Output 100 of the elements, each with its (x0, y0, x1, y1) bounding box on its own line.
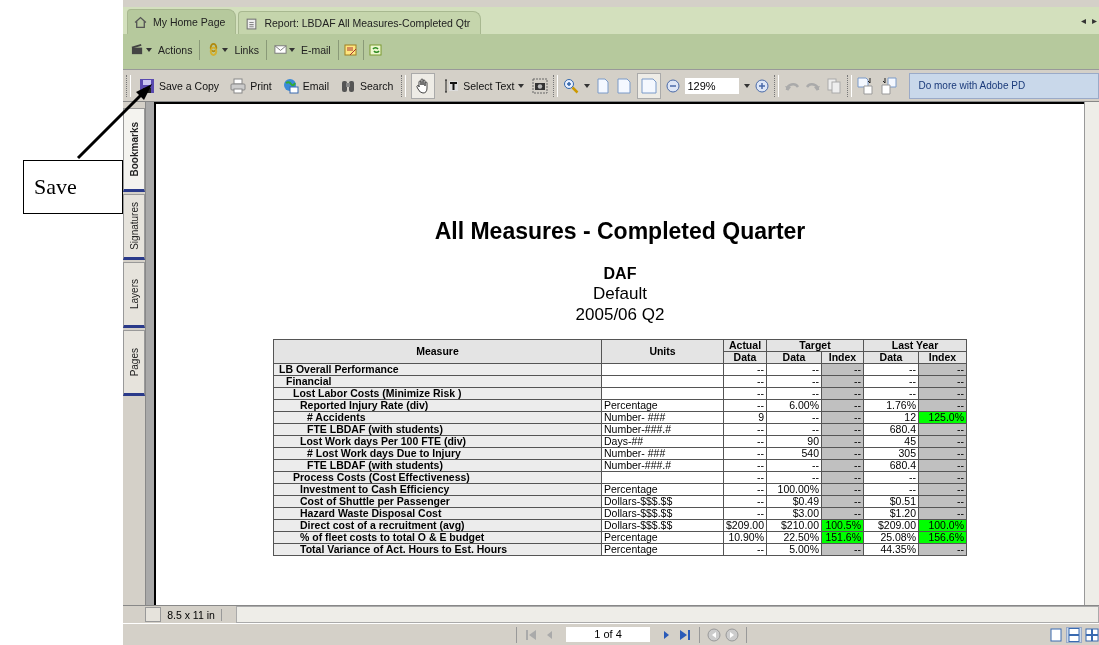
table-cell: 680.4 (863, 459, 919, 472)
last-page-icon[interactable] (678, 627, 692, 642)
page-rotate-icon[interactable] (880, 76, 899, 95)
toolbar-button[interactable]: Links (205, 41, 261, 58)
promo-button[interactable]: Do more with Adobe PD (909, 72, 1099, 99)
units-cell: Number-###.# (601, 459, 724, 472)
vertical-scrollbar[interactable] (1084, 102, 1099, 605)
toolbar-button[interactable]: E-mail (271, 41, 333, 58)
caret-icon (518, 83, 525, 88)
side-tab[interactable]: Bookmarks (123, 108, 145, 192)
table-cell: -- (766, 363, 822, 376)
table-cell: -- (723, 447, 767, 460)
table-cell: -- (723, 495, 767, 508)
side-tab[interactable]: Layers (123, 262, 145, 328)
scroll-arrow[interactable]: ◂ (1079, 15, 1088, 26)
table-cell: -- (863, 483, 919, 496)
column-header: Measure (273, 339, 602, 364)
toolbar-button[interactable]: Email (279, 73, 332, 98)
report-unit: DAF (603, 265, 637, 283)
scroll-arrow[interactable]: ▸ (1090, 15, 1099, 26)
table-cell: -- (723, 399, 767, 412)
caret-icon (146, 47, 152, 52)
clapperboard-icon (131, 43, 144, 56)
side-tab[interactable]: Pages (123, 330, 145, 396)
report-period: 2005/06 Q2 (575, 304, 665, 325)
units-cell: Number-###.# (601, 423, 724, 436)
note-edit-icon[interactable] (343, 42, 358, 57)
units-cell: Dollars-$$$.$$ (601, 507, 724, 520)
table-cell: -- (863, 471, 919, 484)
column-header: Last Year (863, 339, 967, 352)
column-header: Target (766, 339, 864, 352)
zoom-out-icon[interactable] (666, 78, 681, 93)
caret-icon (222, 47, 229, 52)
table-cell: $209.00 (863, 519, 919, 532)
units-cell: Number- ### (601, 411, 724, 424)
table-cell: 25.08% (863, 531, 919, 544)
table-cell: -- (863, 375, 919, 388)
table-cell: $0.51 (863, 495, 919, 508)
callout-label: Save (23, 160, 123, 214)
print-icon (230, 77, 247, 94)
table-cell: -- (723, 435, 767, 448)
home-icon (134, 15, 147, 29)
zoom-field[interactable]: 129% (685, 77, 740, 94)
toolbar-button[interactable]: Print (227, 73, 275, 98)
refresh-icon[interactable] (368, 42, 383, 57)
continuous-view-icon[interactable] (1067, 627, 1081, 642)
units-cell: Dollars-$$$.$$ (601, 495, 724, 508)
report-scenario: Default (593, 283, 647, 304)
column-header: Units (601, 339, 724, 364)
table-cell: 305 (863, 447, 919, 460)
select-text-button[interactable]: Select Text (440, 73, 528, 98)
single-page-view-icon[interactable] (1049, 627, 1063, 642)
caret-icon[interactable] (584, 83, 591, 88)
table-cell: 90 (766, 435, 822, 448)
forward-icon[interactable] (725, 627, 739, 642)
table-cell: $3.00 (766, 507, 822, 520)
splitter-handle[interactable] (145, 607, 161, 622)
table-cell: 9 (723, 411, 767, 424)
document-icon[interactable] (826, 77, 843, 94)
page-number-field[interactable]: 1 of 4 (566, 627, 650, 642)
table-cell: 22.50% (766, 531, 822, 544)
text-cursor-icon (443, 77, 460, 94)
table-cell: -- (723, 507, 767, 520)
table-cell: -- (723, 375, 767, 388)
side-tab[interactable]: Signatures (123, 194, 145, 260)
table-cell: 100.00% (766, 483, 822, 496)
table-cell: -- (766, 471, 822, 484)
caret-icon (288, 47, 295, 52)
camera-icon[interactable] (532, 77, 549, 94)
page-icon[interactable] (616, 77, 633, 94)
table-cell: 680.4 (863, 423, 919, 436)
table-cell: 6.00% (766, 399, 822, 412)
table-cell: -- (766, 459, 822, 472)
caret-icon[interactable] (744, 83, 751, 88)
table-cell: -- (766, 423, 822, 436)
zoom-in-icon[interactable] (563, 77, 580, 94)
table-cell: -- (723, 471, 767, 484)
page-size: 8.5 x 11 in (161, 608, 222, 621)
toolbar-button[interactable]: Actions (129, 41, 195, 58)
table-cell: $0.49 (766, 495, 822, 508)
table-cell: 1.76% (863, 399, 919, 412)
table-cell: -- (723, 459, 767, 472)
toolbar-button[interactable]: Search (337, 73, 397, 98)
table-cell: -- (766, 387, 822, 400)
table-cell: -- (863, 363, 919, 376)
report-title: All Measures - Completed Quarter (434, 218, 806, 245)
units-cell: Dollars-$$$.$$ (601, 519, 724, 532)
units-cell: Number- ### (601, 447, 724, 460)
grid-view-icon[interactable] (1085, 627, 1099, 642)
page-rotate-icon[interactable] (857, 76, 876, 95)
table-cell: 45 (863, 435, 919, 448)
page-icon[interactable] (641, 77, 658, 94)
table-cell: 540 (766, 447, 822, 460)
back-icon[interactable] (707, 627, 721, 642)
units-cell: Days-## (601, 435, 724, 448)
tab[interactable]: Report: LBDAF All Measures-Completed Qtr (238, 11, 482, 34)
units-cell: Percentage (601, 543, 724, 556)
horizontal-scrollbar[interactable] (236, 606, 1099, 623)
table-cell: -- (723, 543, 767, 556)
tab[interactable]: My Home Page (127, 9, 237, 34)
